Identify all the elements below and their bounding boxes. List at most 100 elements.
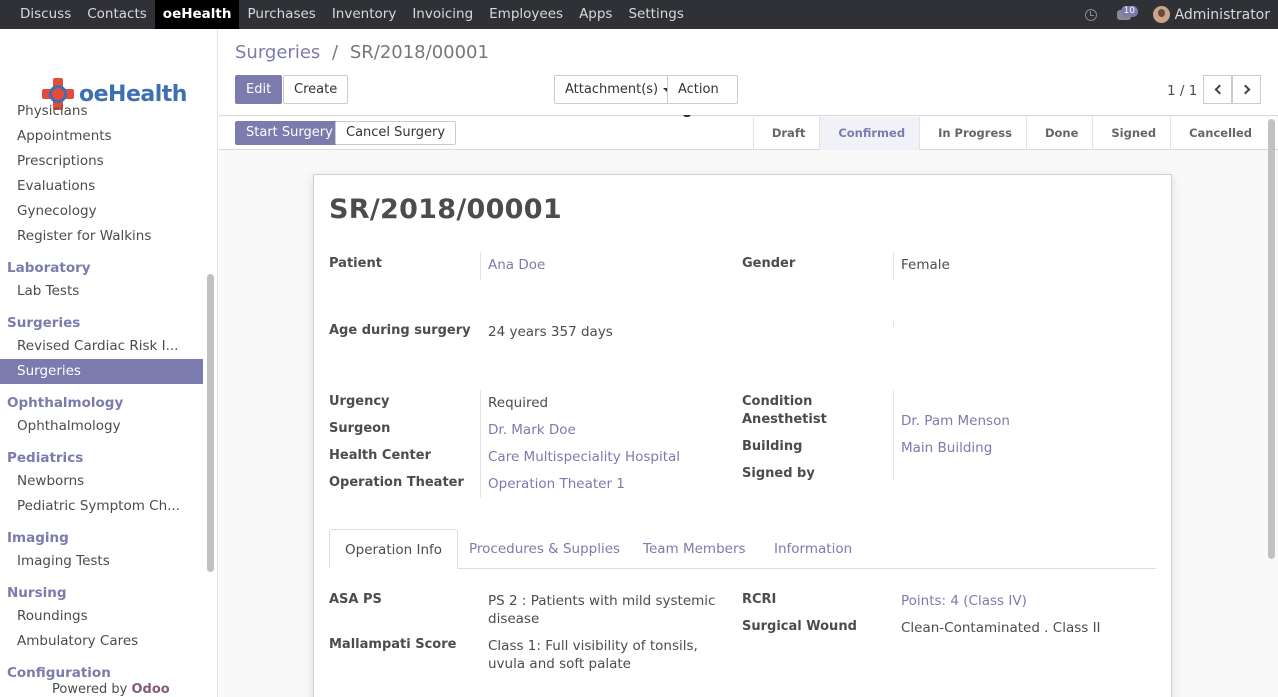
attachments-dropdown[interactable]: Attachment(s) — [554, 75, 683, 104]
mallampati-label: Mallampati Score — [329, 637, 457, 652]
sidebar-item-register-walkins[interactable]: Register for Walkins — [0, 224, 203, 249]
sidebar-section-imaging: Imaging — [7, 530, 69, 546]
menu-contacts[interactable]: Contacts — [79, 0, 155, 29]
stage-in-progress[interactable]: In Progress — [919, 117, 1026, 150]
sidebar-section-configuration: Configuration — [7, 665, 111, 681]
user-menu[interactable]: Administrator — [1175, 7, 1270, 23]
avatar[interactable] — [1152, 6, 1170, 23]
systray: 10 Administrator — [1084, 0, 1278, 29]
divider — [480, 390, 481, 498]
menu-employees[interactable]: Employees — [481, 0, 571, 29]
sidebar-item-prescriptions[interactable]: Prescriptions — [0, 149, 203, 174]
sidebar-scrollbar[interactable] — [207, 274, 214, 572]
breadcrumb-current: SR/2018/00001 — [349, 42, 489, 63]
attachments-label: Attachment(s) — [565, 82, 659, 97]
anesthetist-link[interactable]: Dr. Pam Menson — [901, 413, 1010, 429]
menu-invoicing[interactable]: Invoicing — [404, 0, 481, 29]
tab-procedures-supplies[interactable]: Procedures & Supplies — [454, 529, 635, 569]
pager-previous-button[interactable] — [1203, 75, 1232, 104]
control-panel: Surgeries / SR/2018/00001 Edit Create At… — [219, 29, 1278, 119]
menu-oehealth[interactable]: oeHealth — [154, 0, 240, 29]
stage-draft[interactable]: Draft — [752, 117, 819, 150]
tab-operation-info[interactable]: Operation Info — [329, 529, 459, 569]
sidebar-item-evaluations[interactable]: Evaluations — [0, 174, 203, 199]
sidebar-section-surgeries: Surgeries — [7, 315, 81, 331]
sidebar-section-laboratory: Laboratory — [7, 260, 91, 276]
main-scrollbar[interactable] — [1268, 119, 1275, 559]
sidebar-item-newborns[interactable]: Newborns — [0, 469, 203, 494]
age-value: 24 years 357 days — [488, 324, 613, 340]
start-surgery-button[interactable]: Start Surgery — [235, 121, 344, 145]
chevron-left-icon — [1214, 84, 1225, 95]
menu-inventory[interactable]: Inventory — [324, 0, 404, 29]
form-notebook-tabs: Operation Info Procedures & Supplies Tea… — [329, 529, 1156, 569]
stage-confirmed[interactable]: Confirmed — [819, 117, 920, 150]
action-label: Action — [678, 82, 719, 97]
chat-icon[interactable]: 10 — [1116, 5, 1139, 20]
activity-clock-icon[interactable] — [1084, 8, 1097, 21]
sidebar-item-cardiac-risk[interactable]: Revised Cardiac Risk I... — [0, 334, 203, 359]
create-button[interactable]: Create — [283, 75, 349, 104]
menu-settings[interactable]: Settings — [620, 0, 691, 29]
sidebar-item-imaging-tests[interactable]: Imaging Tests — [0, 549, 203, 574]
theater-label: Operation Theater — [329, 475, 464, 490]
asa-value-line2: disease — [488, 611, 540, 627]
edit-button[interactable]: Edit — [235, 75, 283, 104]
tab-team-members[interactable]: Team Members — [628, 529, 761, 569]
stage-done[interactable]: Done — [1025, 117, 1092, 150]
breadcrumb-parent[interactable]: Surgeries — [235, 42, 320, 63]
health-center-link[interactable]: Care Multispeciality Hospital — [488, 449, 680, 465]
sidebar-item-surgeries[interactable]: Surgeries — [0, 359, 203, 384]
wound-value: Clean-Contaminated . Class II — [901, 620, 1101, 636]
menu-purchases[interactable]: Purchases — [239, 0, 323, 29]
gender-value: Female — [901, 257, 950, 273]
sidebar-item-roundings[interactable]: Roundings — [0, 604, 203, 629]
stage-signed[interactable]: Signed — [1092, 117, 1170, 150]
divider — [480, 252, 481, 280]
odoo-link[interactable]: Odoo — [132, 682, 170, 697]
patient-link[interactable]: Ana Doe — [488, 257, 545, 273]
top-navbar: Discuss Contacts oeHealth Purchases Inve… — [0, 0, 1278, 29]
sidebar-item-lab-tests[interactable]: Lab Tests — [0, 279, 203, 304]
main-content: Surgeries / SR/2018/00001 Edit Create At… — [219, 29, 1278, 697]
form-statusbar: Start Surgery Cancel Surgery Draft Confi… — [219, 117, 1278, 150]
cancel-surgery-button[interactable]: Cancel Surgery — [335, 121, 457, 145]
mallampati-value-line1: Class 1: Full visibility of tonsils, — [488, 638, 698, 654]
urgency-label: Urgency — [329, 394, 390, 409]
age-label: Age during surgery — [329, 323, 471, 338]
action-dropdown[interactable]: Action — [667, 75, 738, 119]
patient-label: Patient — [329, 256, 382, 271]
sidebar-item-physicians[interactable]: Physicians — [0, 99, 203, 124]
theater-link[interactable]: Operation Theater 1 — [488, 476, 625, 492]
menu-apps[interactable]: Apps — [571, 0, 620, 29]
anesthetist-label: Anesthetist — [742, 412, 827, 427]
tab-information[interactable]: Information — [759, 529, 867, 569]
sidebar-item-ophthalmology[interactable]: Ophthalmology — [0, 414, 203, 439]
record-title: SR/2018/00001 — [329, 194, 562, 225]
building-link[interactable]: Main Building — [901, 440, 992, 456]
sidebar-nav: Physicians Appointments Prescriptions Ev… — [0, 99, 203, 684]
surgeon-label: Surgeon — [329, 421, 391, 436]
mallampati-value-line2: uvula and soft palate — [488, 656, 631, 672]
pager-next-button[interactable] — [1232, 75, 1261, 104]
surgeon-link[interactable]: Dr. Mark Doe — [488, 422, 576, 438]
signed-by-label: Signed by — [742, 466, 815, 481]
wound-label: Surgical Wound — [742, 619, 857, 634]
asa-value-line1: PS 2 : Patients with mild systemic — [488, 593, 716, 609]
sidebar-item-ambulatory-cares[interactable]: Ambulatory Cares — [0, 629, 203, 654]
sidebar-item-gynecology[interactable]: Gynecology — [0, 199, 203, 224]
menu-discuss[interactable]: Discuss — [12, 0, 79, 29]
sidebar-section-nursing: Nursing — [7, 585, 67, 601]
rcri-link[interactable]: Points: 4 (Class IV) — [901, 593, 1027, 609]
powered-by: Powered by Odoo — [52, 682, 170, 697]
urgency-value: Required — [488, 395, 549, 411]
pager-value[interactable]: 1 / 1 — [1167, 83, 1197, 99]
sidebar-item-pediatric-symptom[interactable]: Pediatric Symptom Ch... — [0, 494, 203, 519]
sidebar-item-appointments[interactable]: Appointments — [0, 124, 203, 149]
powered-by-text: Powered by — [52, 682, 128, 697]
health-center-label: Health Center — [329, 448, 431, 463]
rcri-label: RCRI — [742, 592, 777, 607]
app-menu: Discuss Contacts oeHealth Purchases Inve… — [0, 0, 692, 29]
chat-count-badge: 10 — [1120, 5, 1139, 17]
stage-cancelled[interactable]: Cancelled — [1170, 117, 1266, 150]
